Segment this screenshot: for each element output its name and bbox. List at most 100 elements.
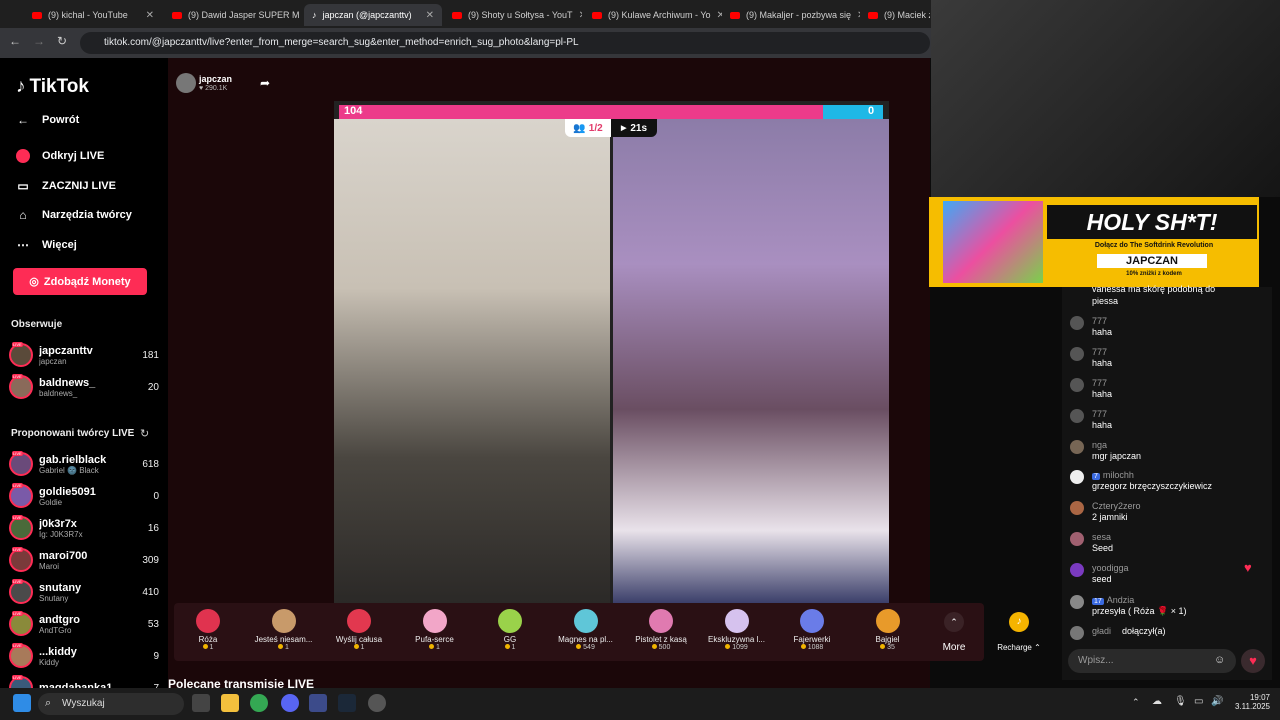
monitor-icon[interactable]: ▭: [1194, 696, 1203, 707]
tab-label: (9) Shoty u Sołtysa - YouT: [468, 10, 573, 20]
chat-avatar[interactable]: [1070, 316, 1084, 330]
get-coins-button[interactable]: ◎ Zdobądź Monety: [13, 268, 147, 295]
chat-username[interactable]: 777: [1092, 409, 1107, 419]
chat-avatar[interactable]: [1070, 563, 1084, 577]
sidebar-user-item[interactable]: LIVE baldnews_ baldnews_ 20: [9, 372, 159, 402]
menu-more[interactable]: ⋯ Więcej: [16, 238, 77, 252]
taskbar-clock[interactable]: 19:07 3.11.2025: [1226, 693, 1270, 711]
sidebar-user-item[interactable]: LIVE goldie5091 Goldie 0: [9, 481, 159, 511]
chat-text: vanessa ma skórę podobną do piessa: [1092, 284, 1216, 306]
sidebar-user-item[interactable]: LIVE ...kiddy Kiddy 9: [9, 641, 159, 671]
share-icon[interactable]: ➦: [260, 76, 270, 90]
chat-username[interactable]: 777: [1092, 316, 1107, 326]
close-icon[interactable]: ✕: [579, 10, 582, 21]
sidebar-user-item[interactable]: LIVE andtgro AndTGro 53: [9, 609, 159, 639]
streamer-name[interactable]: japczan: [199, 74, 232, 84]
recharge-button[interactable]: Recharge ⌃: [990, 643, 1048, 652]
chat-avatar[interactable]: [1070, 626, 1084, 640]
menu-back[interactable]: ← Powrót: [16, 113, 79, 127]
url-field[interactable]: tiktok.com/@japczanttv/live?enter_from_m…: [80, 32, 930, 54]
chevron-up-icon[interactable]: ⌃: [944, 612, 964, 632]
gift-item[interactable]: Pistolet z kasą 500: [626, 605, 696, 651]
steam-icon[interactable]: [338, 694, 356, 712]
chat-text: seed: [1092, 574, 1112, 584]
forward-icon[interactable]: →: [33, 34, 45, 48]
back-icon[interactable]: ←: [9, 34, 21, 48]
streamer-avatar[interactable]: [176, 73, 196, 93]
chat-username[interactable]: Cztery2zero: [1092, 501, 1141, 511]
chat-avatar[interactable]: [1070, 595, 1084, 609]
chat-username[interactable]: nga: [1092, 440, 1107, 450]
gift-item[interactable]: Wyślij całusa 1: [324, 605, 394, 651]
windows-start-icon[interactable]: [13, 694, 31, 712]
browser-tab[interactable]: (9) kichal - YouTube ✕: [24, 4, 162, 26]
taskbar-search[interactable]: Wyszukaj: [38, 693, 184, 715]
menu-label: Powrót: [42, 114, 80, 126]
gift-more-button[interactable]: More: [930, 642, 978, 653]
sidebar-user-item[interactable]: LIVE maroi700 Maroi 309: [9, 545, 159, 575]
user-name: japczanttv: [39, 344, 93, 357]
chat-avatar[interactable]: [1070, 378, 1084, 392]
menu-creator-tools[interactable]: ⌂ Narzędzia twórcy: [16, 208, 132, 222]
chat-text: haha: [1092, 358, 1113, 368]
tab-label: (9) kichal - YouTube: [48, 10, 128, 20]
obs-icon[interactable]: [368, 694, 386, 712]
chevron-up-icon[interactable]: ⌃: [1132, 697, 1140, 708]
gift-item[interactable]: Jesteś niesam... 1: [249, 605, 319, 651]
promo-banner: HOLY SH*T! Dołącz do The Softdrink Revol…: [929, 197, 1259, 287]
browser-tab[interactable]: (9) Maciek z Ca: [860, 4, 930, 26]
file-explorer-icon[interactable]: [221, 694, 239, 712]
cloud-icon[interactable]: ☁: [1152, 696, 1162, 707]
gift-item[interactable]: Ekskluzywna l... 1099: [702, 605, 772, 651]
chat-username[interactable]: sesa: [1092, 532, 1111, 542]
browser-tab[interactable]: (9) Shoty u Sołtysa - YouT ✕: [444, 4, 582, 26]
refresh-icon[interactable]: ↻: [140, 427, 149, 440]
browser-tab[interactable]: (9) Makaljer - pozbywa się✕: [722, 4, 860, 26]
tiktok-logo[interactable]: ♪ TikTok: [16, 76, 89, 98]
close-icon[interactable]: ✕: [426, 10, 434, 21]
chat-username[interactable]: yoodigga: [1092, 563, 1129, 573]
chat-avatar[interactable]: [1070, 532, 1084, 546]
live-badge: LIVE: [12, 643, 23, 648]
chrome-icon[interactable]: [250, 694, 268, 712]
chat-avatar[interactable]: [1070, 440, 1084, 454]
reload-icon[interactable]: ↻: [57, 34, 67, 48]
microphone-icon[interactable]: 🎙: [1174, 696, 1187, 707]
gift-item[interactable]: Róża 1: [173, 605, 243, 651]
sidebar-user-item[interactable]: LIVE japczanttv japczan 181: [9, 340, 159, 370]
browser-tab[interactable]: (9) Dawid Jasper SUPER M✕: [164, 4, 302, 26]
sidebar-user-item[interactable]: LIVE snutany Snutany 410: [9, 577, 159, 607]
gift-icon: [573, 609, 598, 633]
gift-item[interactable]: Fajerwerki 1088: [777, 605, 847, 651]
recharge-coin-icon[interactable]: ♪: [1009, 612, 1029, 632]
chat-text: dołączył(a): [1122, 626, 1166, 636]
heart-like-button[interactable]: ♥: [1241, 649, 1265, 673]
gift-item[interactable]: Magnes na pl... 549: [551, 605, 621, 651]
sidebar-user-item[interactable]: LIVE gab.rielblack Gabriel 🌚 Black 618: [9, 449, 159, 479]
chat-avatar[interactable]: [1070, 470, 1084, 484]
chat-avatar[interactable]: [1070, 409, 1084, 423]
browser-tab[interactable]: (9) Kulawe Archiwum - Yo ✕: [584, 4, 722, 26]
menu-discover-live[interactable]: Odkryj LIVE: [16, 149, 104, 163]
chat-username[interactable]: gładi: [1092, 626, 1111, 636]
live-badge: LIVE: [12, 611, 23, 616]
chat-username[interactable]: 777: [1092, 378, 1107, 388]
chat-avatar[interactable]: [1070, 501, 1084, 515]
browser-tab-active[interactable]: ♪ japczan (@japczanttv) ✕: [304, 4, 442, 26]
chat-username[interactable]: 7 milochh: [1092, 470, 1134, 480]
gift-item[interactable]: Pufa-serce 1: [400, 605, 470, 651]
emoji-icon[interactable]: ☺: [1214, 654, 1225, 666]
gift-item[interactable]: GG 1: [475, 605, 545, 651]
chat-username[interactable]: 777: [1092, 347, 1107, 357]
chat-avatar[interactable]: [1070, 347, 1084, 361]
chat-input[interactable]: Wpisz...: [1068, 649, 1236, 673]
gift-item[interactable]: Bajgiel 35: [853, 605, 923, 651]
close-icon[interactable]: ✕: [146, 10, 154, 21]
sidebar-user-item[interactable]: LIVE j0k3r7x Ig: J0K3R7x 16: [9, 513, 159, 543]
speaker-icon[interactable]: 🔊: [1211, 696, 1223, 707]
menu-start-live[interactable]: ▭ ZACZNIJ LIVE: [16, 179, 116, 193]
task-view-icon[interactable]: [192, 694, 210, 712]
chat-username[interactable]: 17 Andzia: [1092, 595, 1134, 605]
discord-icon[interactable]: [281, 694, 299, 712]
app-icon[interactable]: [309, 694, 327, 712]
